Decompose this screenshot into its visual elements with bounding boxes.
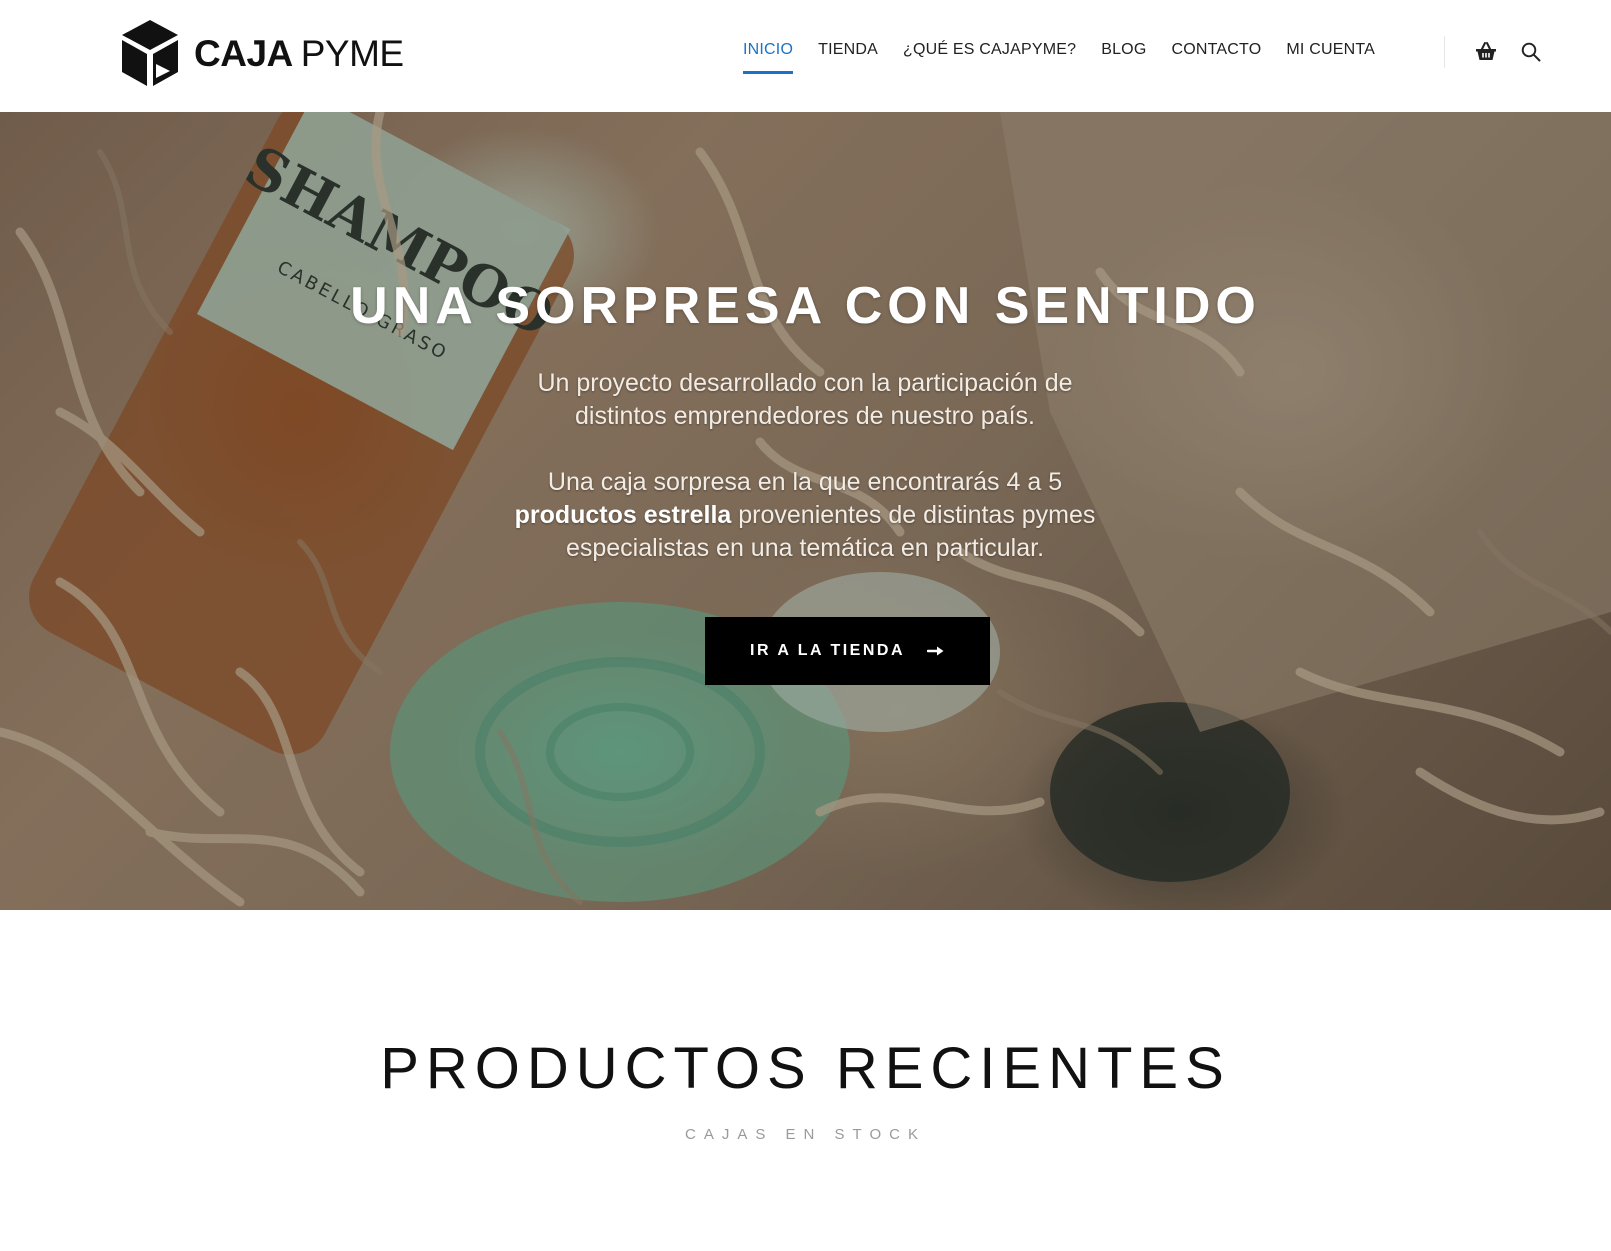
hero-paragraph-intro: Un proyecto desarrollado con la particip… bbox=[537, 369, 1073, 430]
hero-banner: SHAMPOO CABELLO GRASO UNA SORPRESA CON S… bbox=[0, 112, 1611, 910]
brand-wordmark: CAJA PYME bbox=[194, 35, 404, 72]
recent-products-subtitle: CAJAS EN STOCK bbox=[685, 1126, 926, 1143]
recent-products-title: PRODUCTOS RECIENTES bbox=[380, 1036, 1231, 1101]
nav-item-tienda[interactable]: TIENDA bbox=[818, 40, 878, 74]
main-nav: INICIO TIENDA ¿QUÉ ES CAJAPYME? BLOG CON… bbox=[743, 40, 1375, 76]
basket-icon bbox=[1476, 42, 1496, 60]
cube-logo-icon bbox=[122, 20, 178, 86]
nav-divider bbox=[1444, 36, 1445, 68]
nav-item-que-es-cajapyme[interactable]: ¿QUÉ ES CAJAPYME? bbox=[903, 40, 1076, 74]
search-button[interactable] bbox=[1519, 40, 1543, 64]
hero-title: UNA SORPRESA CON SENTIDO bbox=[350, 277, 1261, 335]
nav-item-contacto[interactable]: CONTACTO bbox=[1171, 40, 1261, 74]
brand-name-light: PYME bbox=[300, 32, 404, 74]
site-logo[interactable]: CAJA PYME bbox=[120, 16, 404, 90]
go-to-store-button[interactable]: IR A LA TIENDA bbox=[705, 617, 990, 685]
go-to-store-label: IR A LA TIENDA bbox=[750, 642, 905, 659]
hero-paragraph-start: Una caja sorpresa en la que encontrarás … bbox=[547, 468, 1063, 496]
brand-name-strong: CAJA bbox=[194, 32, 293, 74]
hero-paragraph-description: Una caja sorpresa en la que encontrarás … bbox=[505, 466, 1105, 565]
site-header: CAJA PYME INICIO TIENDA ¿QUÉ ES CAJAPYME… bbox=[0, 0, 1611, 112]
cart-button[interactable] bbox=[1474, 40, 1498, 64]
nav-item-mi-cuenta[interactable]: MI CUENTA bbox=[1286, 40, 1375, 74]
nav-item-inicio[interactable]: INICIO bbox=[743, 40, 794, 75]
search-icon bbox=[1521, 42, 1541, 62]
arrow-right-icon bbox=[927, 646, 944, 656]
hero-content: UNA SORPRESA CON SENTIDO Un proyecto des… bbox=[0, 112, 1611, 910]
hero-paragraph-highlight: productos estrella bbox=[514, 501, 732, 529]
nav-item-blog[interactable]: BLOG bbox=[1101, 40, 1146, 74]
